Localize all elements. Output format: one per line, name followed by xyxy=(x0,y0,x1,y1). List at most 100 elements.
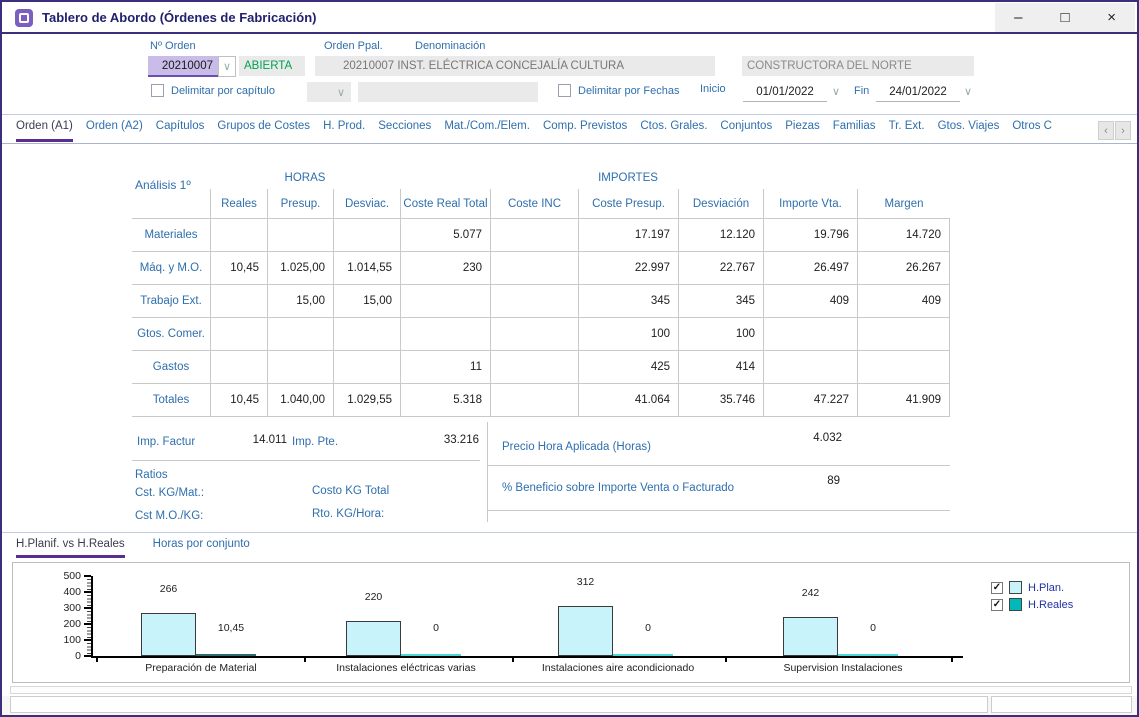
chart-tab-horas-por-conjunto[interactable]: Horas por conjunto xyxy=(153,538,250,558)
app-window: Tablero de Abordo (Órdenes de Fabricació… xyxy=(0,0,1139,717)
tab-orden-a1-[interactable]: Orden (A1) xyxy=(16,120,73,142)
status-bar xyxy=(2,696,1137,715)
precio-hora-value: 4.032 xyxy=(772,432,842,444)
category-label: Instalaciones eléctricas varias xyxy=(296,662,516,674)
tab-h-prod-[interactable]: H. Prod. xyxy=(323,120,365,142)
table-cell: 409 xyxy=(763,285,857,318)
close-button[interactable]: × xyxy=(1088,3,1135,32)
table-cell xyxy=(490,219,578,252)
table-cell: 5.318 xyxy=(400,384,490,417)
order-number-input[interactable]: 20210007 xyxy=(148,56,218,77)
tab-ctos-grales-[interactable]: Ctos. Grales. xyxy=(640,120,707,142)
legend-checkbox[interactable]: ✓ xyxy=(991,599,1003,611)
table-cell: 1.029,55 xyxy=(333,384,400,417)
table-cell: 230 xyxy=(400,252,490,285)
spacer xyxy=(678,167,950,189)
bar-hplan xyxy=(783,617,838,656)
tab-gtos-viajes[interactable]: Gtos. Viajes xyxy=(938,120,1000,142)
chart-horizontal-scrollbar[interactable] xyxy=(10,686,1132,694)
hreales-swatch-icon xyxy=(1009,598,1022,611)
main-tabstrip: Orden (A1) Orden (A2) Capítulos Grupos de C… xyxy=(16,120,1088,142)
row-label: Gastos xyxy=(132,351,210,384)
tab-familias[interactable]: Familias xyxy=(833,120,876,142)
table-cell: 414 xyxy=(678,351,763,384)
cost-table: HORASIMPORTESRealesPresup.Desviac.Coste … xyxy=(132,167,950,417)
table-cell xyxy=(267,351,333,384)
tab-otros-c[interactable]: Otros C xyxy=(1012,120,1052,142)
table-cell: 15,00 xyxy=(333,285,400,318)
delimit-chapter-label: Delimitar por capítulo xyxy=(171,85,275,97)
tab-conjuntos[interactable]: Conjuntos xyxy=(720,120,772,142)
tab-tr-ext-[interactable]: Tr. Ext. xyxy=(889,120,925,142)
table-corner xyxy=(132,167,210,189)
tab-scroll-left-icon[interactable]: ‹ xyxy=(1098,121,1114,140)
cst-mo-kg-label: Cst M.O./KG: xyxy=(135,510,203,522)
tab-secciones[interactable]: Secciones xyxy=(378,120,431,142)
minimize-button[interactable]: – xyxy=(995,3,1042,32)
chart-panel: 010020030040050026610,45Preparación de M… xyxy=(12,562,1130,683)
ratios-label: Ratios xyxy=(135,469,168,481)
bar-value-hplan: 242 xyxy=(763,587,858,599)
tab-mat-com-elem-[interactable]: Mat./Com./Elem. xyxy=(444,120,530,142)
cst-kg-mat-label: Cst. KG/Mat.: xyxy=(135,487,204,499)
chapter-code-field[interactable] xyxy=(307,82,331,102)
table-cell xyxy=(210,219,267,252)
table-cell: 47.227 xyxy=(763,384,857,417)
legend-label: H.Plan. xyxy=(1028,582,1064,594)
status-secondary-field xyxy=(991,696,1132,713)
tab-comp-previstos[interactable]: Comp. Previstos xyxy=(543,120,627,142)
bar-hreales xyxy=(838,654,898,656)
y-axis-minor-ticks xyxy=(87,576,91,656)
bar-hplan xyxy=(558,606,613,656)
column-header: Importe Vta. xyxy=(763,189,857,219)
table-cell: 409 xyxy=(857,285,950,318)
table-cell xyxy=(763,318,857,351)
maximize-button[interactable]: □ xyxy=(1042,3,1089,32)
precio-hora-label: Precio Hora Aplicada (Horas) xyxy=(502,441,651,453)
table-cell xyxy=(763,351,857,384)
table-cell: 1.040,00 xyxy=(267,384,333,417)
chart-tab-planif-vs-reales[interactable]: H.Planif. vs H.Reales xyxy=(16,538,125,558)
summary-vertical-divider xyxy=(487,422,488,522)
table-cell xyxy=(490,252,578,285)
chapter-dropdown[interactable]: ∨ xyxy=(331,82,351,102)
tab-cap-tulos[interactable]: Capítulos xyxy=(156,120,205,142)
table-cell xyxy=(210,351,267,384)
bar-hreales xyxy=(196,654,256,656)
chart-section-separator xyxy=(2,532,1137,533)
table-cell xyxy=(400,285,490,318)
table-cell xyxy=(490,285,578,318)
chevron-down-icon: ∨ xyxy=(223,60,231,73)
legend-checkbox[interactable]: ✓ xyxy=(991,582,1003,594)
category-label: Supervision Instalaciones xyxy=(733,662,953,674)
delimit-dates-checkbox[interactable] xyxy=(558,84,571,97)
legend-label: H.Reales xyxy=(1028,599,1073,611)
table-cell: 345 xyxy=(578,285,678,318)
tab-grupos-de-costes[interactable]: Grupos de Costes xyxy=(217,120,310,142)
table-cell: 10,45 xyxy=(210,384,267,417)
column-header: Reales xyxy=(210,189,267,219)
table-cell: 100 xyxy=(678,318,763,351)
row-label: Máq. y M.O. xyxy=(132,252,210,285)
imp-pte-value: 33.216 xyxy=(407,434,479,446)
row-label: Trabajo Ext. xyxy=(132,285,210,318)
y-tick-label: 500 xyxy=(47,570,81,582)
bar-value-hreales: 0 xyxy=(838,622,908,634)
legend-item: ✓ H.Plan. xyxy=(991,581,1064,594)
fecha-fin-input[interactable]: 24/01/2022 xyxy=(876,82,960,102)
tab-orden-a2-[interactable]: Orden (A2) xyxy=(86,120,143,142)
window-title: Tablero de Abordo (Órdenes de Fabricació… xyxy=(42,10,317,25)
imp-factur-value: 14.011 xyxy=(217,434,287,446)
y-tick-label: 300 xyxy=(47,602,81,614)
order-number-dropdown[interactable]: ∨ xyxy=(218,56,236,77)
fecha-inicio-dropdown[interactable]: ∨ xyxy=(832,85,840,98)
table-cell xyxy=(210,318,267,351)
num-orden-label: Nº Orden xyxy=(150,40,196,52)
fecha-fin-dropdown[interactable]: ∨ xyxy=(964,85,972,98)
tab-piezas[interactable]: Piezas xyxy=(785,120,820,142)
fecha-inicio-input[interactable]: 01/01/2022 xyxy=(743,82,827,102)
order-status-badge: ABIERTA xyxy=(239,56,305,76)
delimit-chapter-checkbox[interactable] xyxy=(151,84,164,97)
client-name-field: CONSTRUCTORA DEL NORTE xyxy=(742,56,974,76)
tab-scroll-right-icon[interactable]: › xyxy=(1115,121,1131,140)
